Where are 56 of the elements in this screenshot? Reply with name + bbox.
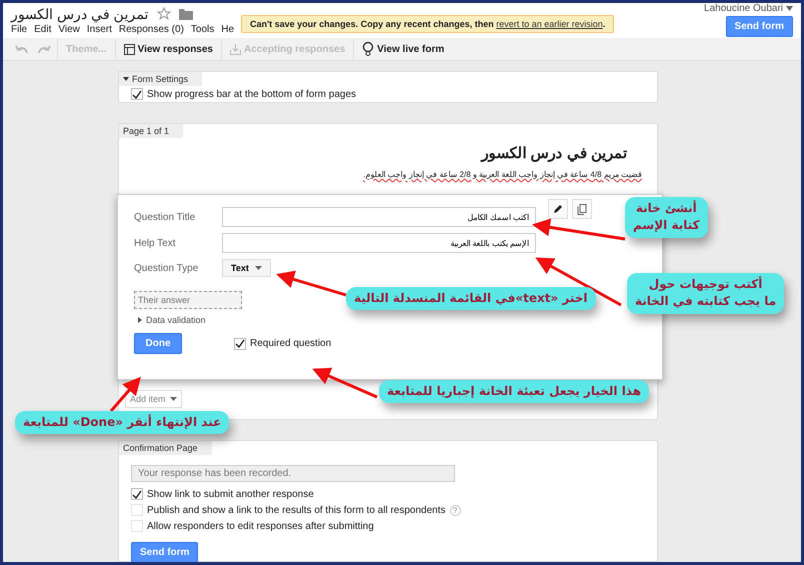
checkbox[interactable] xyxy=(131,488,143,500)
field-label: Help Text xyxy=(134,238,177,248)
warning-text: Can't save your changes. Copy any recent changes, then revert to an earlier revision. xyxy=(250,19,606,29)
menu-item[interactable]: View xyxy=(58,24,80,35)
section-label: Confirmation Page xyxy=(119,441,212,455)
callout-annotation: اختر «text»في القائمة المنسدلة التالية xyxy=(346,287,596,310)
pencil-icon[interactable] xyxy=(548,199,568,219)
answer-preview-field: Their answer xyxy=(134,291,242,309)
checkbox[interactable] xyxy=(131,88,143,100)
arrow xyxy=(312,368,378,398)
section-label: Form Settings xyxy=(132,74,188,84)
account-name[interactable]: Lahoucine Oubari xyxy=(704,3,783,14)
option-label: Required question xyxy=(250,338,332,349)
caret-icon[interactable] xyxy=(786,6,793,11)
toolbar-button[interactable]: View responses xyxy=(120,44,217,55)
form-description: قضيت مريم 4/8 ساعة في إنجاز واجب اللغة العربية و 2/8 ساعة في إنجاز واجب العلوم. xyxy=(362,169,643,179)
option-label: Show progress bar at the bottom of form pages xyxy=(147,88,356,100)
form-title: تمرين في درس الكسور xyxy=(480,144,628,162)
callout-annotation: هذا الخيار يجعل تعبئة الخانة إجباريا للمتابعة xyxy=(379,380,650,404)
star-icon[interactable] xyxy=(156,7,171,21)
menu-item[interactable]: Edit xyxy=(34,24,52,35)
question-type-dropdown[interactable]: Text xyxy=(222,259,271,277)
checkbox[interactable] xyxy=(234,338,246,350)
section-tab[interactable]: Form Settings xyxy=(119,72,202,86)
toolbar-button[interactable]: View live form xyxy=(358,42,448,56)
add-item-button[interactable]: Add item xyxy=(125,390,182,408)
data-validation-toggle[interactable]: Data validation xyxy=(136,315,208,325)
triangle-icon xyxy=(138,317,142,323)
menu-item[interactable]: Insert xyxy=(86,24,112,35)
text-field[interactable]: الإسم يكتب باللغة العربية xyxy=(222,233,536,253)
callout-annotation: أنشئ خانة كتابة الإسم xyxy=(625,197,708,238)
menu-item[interactable]: File xyxy=(11,24,28,35)
option-label: Show link to submit another response xyxy=(147,488,314,500)
revert-link[interactable]: revert to an earlier revision xyxy=(496,19,603,29)
menu-item[interactable]: Responses (0) xyxy=(118,24,184,35)
copy-icon[interactable] xyxy=(572,199,592,219)
triangle-icon xyxy=(123,77,129,81)
text-field[interactable]: اكتب اسمك الكامل xyxy=(222,207,536,227)
help-icon[interactable]: ? xyxy=(450,504,460,516)
table-icon xyxy=(124,44,135,55)
option-label: Publish and show a link to the results of this form to all respondents xyxy=(147,504,446,516)
option-label: Allow responders to edit responses after submitting xyxy=(147,520,374,532)
confirmation-message-field[interactable]: Your response has been recorded. xyxy=(131,465,455,482)
page-label: Page 1 of 1 xyxy=(119,124,184,138)
menu-item[interactable]: Tools xyxy=(190,24,214,35)
folder-icon[interactable] xyxy=(178,8,193,20)
menu-item[interactable]: He xyxy=(221,24,234,35)
download-icon xyxy=(230,44,241,55)
field-label: Question Type xyxy=(134,262,200,274)
caret-icon xyxy=(254,266,262,270)
document-title: تمرين في درس الكسور xyxy=(11,6,149,22)
callout-annotation: عند الإنتهاء أنقر «Done» للمتابعة xyxy=(15,411,230,434)
arrow xyxy=(276,270,346,296)
caret-icon xyxy=(170,397,177,401)
callout-annotation: أكتب توجيهات حول ما يجب كتابته في الخانة xyxy=(627,273,784,314)
field-label: Question Title xyxy=(134,212,196,222)
